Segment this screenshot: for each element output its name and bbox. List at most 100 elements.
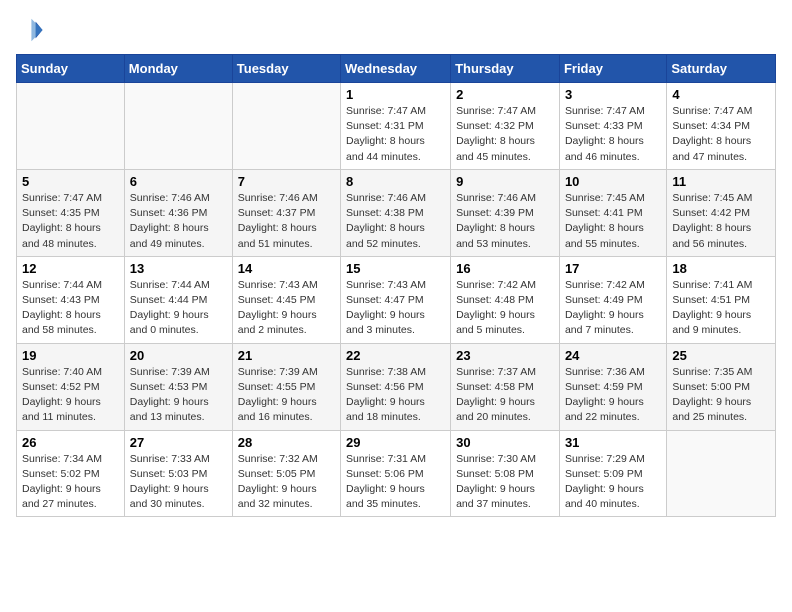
day-number: 31 xyxy=(565,435,661,450)
day-info: Sunrise: 7:46 AM Sunset: 4:38 PM Dayligh… xyxy=(346,191,445,252)
day-number: 3 xyxy=(565,87,661,102)
day-number: 12 xyxy=(22,261,119,276)
week-row-2: 5Sunrise: 7:47 AM Sunset: 4:35 PM Daylig… xyxy=(17,169,776,256)
day-info: Sunrise: 7:29 AM Sunset: 5:09 PM Dayligh… xyxy=(565,452,661,513)
day-cell-29: 29 Sunrise: 7:31 AM Sunset: 5:06 PM Dayli… xyxy=(341,430,451,517)
day-cell-31: 31 Sunrise: 7:29 AM Sunset: 5:09 PM Dayli… xyxy=(559,430,666,517)
day-info: Sunrise: 7:47 AM Sunset: 4:33 PM Dayligh… xyxy=(565,104,661,165)
day-cell-3: 3 Sunrise: 7:47 AM Sunset: 4:33 PM Daylig… xyxy=(559,83,666,170)
day-cell-22: 22 Sunrise: 7:38 AM Sunset: 4:56 PM Dayli… xyxy=(341,343,451,430)
day-cell-19: 19 Sunrise: 7:40 AM Sunset: 4:52 PM Dayli… xyxy=(17,343,125,430)
day-header-monday: Monday xyxy=(124,55,232,83)
day-info: Sunrise: 7:45 AM Sunset: 4:42 PM Dayligh… xyxy=(672,191,770,252)
day-number: 2 xyxy=(456,87,554,102)
day-cell-27: 27Sunrise: 7:33 AM Sunset: 5:03 PM Dayli… xyxy=(124,430,232,517)
week-row-5: 26 Sunrise: 7:34 AM Sunset: 5:02 PM Dayli… xyxy=(17,430,776,517)
day-cell-14: 14 Sunrise: 7:43 AM Sunset: 4:45 PM Dayli… xyxy=(232,256,340,343)
day-info: Sunrise: 7:47 AM Sunset: 4:35 PM Dayligh… xyxy=(22,191,119,252)
day-number: 19 xyxy=(22,348,119,363)
day-cell-2: 2 Sunrise: 7:47 AM Sunset: 4:32 PM Daylig… xyxy=(451,83,560,170)
day-info: Sunrise: 7:31 AM Sunset: 5:06 PM Dayligh… xyxy=(346,452,445,513)
day-info: Sunrise: 7:40 AM Sunset: 4:52 PM Dayligh… xyxy=(22,365,119,426)
day-number: 8 xyxy=(346,174,445,189)
calendar-table: SundayMondayTuesdayWednesdayThursdayFrid… xyxy=(16,54,776,517)
day-cell-12: 12 Sunrise: 7:44 AM Sunset: 4:43 PM Dayli… xyxy=(17,256,125,343)
day-cell-28: 28Sunrise: 7:32 AM Sunset: 5:05 PM Dayli… xyxy=(232,430,340,517)
day-info: Sunrise: 7:45 AM Sunset: 4:41 PM Dayligh… xyxy=(565,191,661,252)
day-info: Sunrise: 7:42 AM Sunset: 4:49 PM Dayligh… xyxy=(565,278,661,339)
day-info: Sunrise: 7:36 AM Sunset: 4:59 PM Dayligh… xyxy=(565,365,661,426)
day-number: 13 xyxy=(130,261,227,276)
day-number: 4 xyxy=(672,87,770,102)
day-number: 22 xyxy=(346,348,445,363)
day-number: 17 xyxy=(565,261,661,276)
day-info: Sunrise: 7:43 AM Sunset: 4:45 PM Dayligh… xyxy=(238,278,335,339)
day-cell-24: 24 Sunrise: 7:36 AM Sunset: 4:59 PM Dayli… xyxy=(559,343,666,430)
day-number: 14 xyxy=(238,261,335,276)
day-info: Sunrise: 7:46 AM Sunset: 4:36 PM Dayligh… xyxy=(130,191,227,252)
day-cell-8: 8 Sunrise: 7:46 AM Sunset: 4:38 PM Daylig… xyxy=(341,169,451,256)
day-info: Sunrise: 7:41 AM Sunset: 4:51 PM Dayligh… xyxy=(672,278,770,339)
day-number: 16 xyxy=(456,261,554,276)
day-info: Sunrise: 7:39 AM Sunset: 4:53 PM Dayligh… xyxy=(130,365,227,426)
day-info: Sunrise: 7:46 AM Sunset: 4:39 PM Dayligh… xyxy=(456,191,554,252)
day-cell-20: 20 Sunrise: 7:39 AM Sunset: 4:53 PM Dayli… xyxy=(124,343,232,430)
day-info: Sunrise: 7:47 AM Sunset: 4:34 PM Dayligh… xyxy=(672,104,770,165)
day-number: 11 xyxy=(672,174,770,189)
day-info: Sunrise: 7:39 AM Sunset: 4:55 PM Dayligh… xyxy=(238,365,335,426)
day-number: 9 xyxy=(456,174,554,189)
day-number: 18 xyxy=(672,261,770,276)
day-number: 15 xyxy=(346,261,445,276)
week-row-3: 12 Sunrise: 7:44 AM Sunset: 4:43 PM Dayli… xyxy=(17,256,776,343)
day-number: 30 xyxy=(456,435,554,450)
day-info: Sunrise: 7:44 AM Sunset: 4:43 PM Dayligh… xyxy=(22,278,119,339)
day-cell-15: 15 Sunrise: 7:43 AM Sunset: 4:47 PM Dayli… xyxy=(341,256,451,343)
day-number: 25 xyxy=(672,348,770,363)
days-header-row: SundayMondayTuesdayWednesdayThursdayFrid… xyxy=(17,55,776,83)
day-number: 24 xyxy=(565,348,661,363)
day-info: Sunrise: 7:35 AM Sunset: 5:00 PM Dayligh… xyxy=(672,365,770,426)
day-info: Sunrise: 7:42 AM Sunset: 4:48 PM Dayligh… xyxy=(456,278,554,339)
empty-cell xyxy=(232,83,340,170)
day-number: 21 xyxy=(238,348,335,363)
day-cell-21: 21 Sunrise: 7:39 AM Sunset: 4:55 PM Dayli… xyxy=(232,343,340,430)
week-row-4: 19 Sunrise: 7:40 AM Sunset: 4:52 PM Dayli… xyxy=(17,343,776,430)
day-info: Sunrise: 7:37 AM Sunset: 4:58 PM Dayligh… xyxy=(456,365,554,426)
day-number: 1 xyxy=(346,87,445,102)
day-cell-10: 10 Sunrise: 7:45 AM Sunset: 4:41 PM Dayli… xyxy=(559,169,666,256)
day-info: Sunrise: 7:43 AM Sunset: 4:47 PM Dayligh… xyxy=(346,278,445,339)
day-number: 10 xyxy=(565,174,661,189)
empty-cell xyxy=(17,83,125,170)
day-cell-4: 4 Sunrise: 7:47 AM Sunset: 4:34 PM Daylig… xyxy=(667,83,776,170)
day-number: 27 xyxy=(130,435,227,450)
day-info: Sunrise: 7:34 AM Sunset: 5:02 PM Dayligh… xyxy=(22,452,119,513)
day-cell-1: 1 Sunrise: 7:47 AM Sunset: 4:31 PM Daylig… xyxy=(341,83,451,170)
day-number: 29 xyxy=(346,435,445,450)
day-header-tuesday: Tuesday xyxy=(232,55,340,83)
day-header-saturday: Saturday xyxy=(667,55,776,83)
day-cell-7: 7Sunrise: 7:46 AM Sunset: 4:37 PM Daylig… xyxy=(232,169,340,256)
day-cell-30: 30 Sunrise: 7:30 AM Sunset: 5:08 PM Dayli… xyxy=(451,430,560,517)
day-info: Sunrise: 7:30 AM Sunset: 5:08 PM Dayligh… xyxy=(456,452,554,513)
day-cell-26: 26 Sunrise: 7:34 AM Sunset: 5:02 PM Dayli… xyxy=(17,430,125,517)
day-cell-11: 11 Sunrise: 7:45 AM Sunset: 4:42 PM Dayli… xyxy=(667,169,776,256)
day-cell-13: 13Sunrise: 7:44 AM Sunset: 4:44 PM Dayli… xyxy=(124,256,232,343)
day-cell-9: 9 Sunrise: 7:46 AM Sunset: 4:39 PM Daylig… xyxy=(451,169,560,256)
day-info: Sunrise: 7:47 AM Sunset: 4:31 PM Dayligh… xyxy=(346,104,445,165)
day-cell-25: 25 Sunrise: 7:35 AM Sunset: 5:00 PM Dayli… xyxy=(667,343,776,430)
day-info: Sunrise: 7:32 AM Sunset: 5:05 PM Dayligh… xyxy=(238,452,335,513)
day-number: 7 xyxy=(238,174,335,189)
logo xyxy=(16,16,48,44)
empty-cell xyxy=(667,430,776,517)
day-info: Sunrise: 7:47 AM Sunset: 4:32 PM Dayligh… xyxy=(456,104,554,165)
day-info: Sunrise: 7:38 AM Sunset: 4:56 PM Dayligh… xyxy=(346,365,445,426)
day-number: 26 xyxy=(22,435,119,450)
day-number: 23 xyxy=(456,348,554,363)
day-header-sunday: Sunday xyxy=(17,55,125,83)
day-header-friday: Friday xyxy=(559,55,666,83)
logo-icon xyxy=(16,16,44,44)
day-number: 6 xyxy=(130,174,227,189)
empty-cell xyxy=(124,83,232,170)
day-number: 20 xyxy=(130,348,227,363)
day-cell-5: 5Sunrise: 7:47 AM Sunset: 4:35 PM Daylig… xyxy=(17,169,125,256)
